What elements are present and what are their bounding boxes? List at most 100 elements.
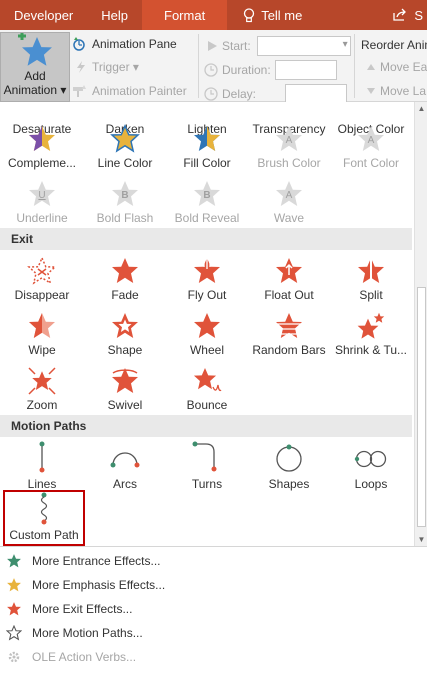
effect-shrink-and-turn[interactable]: Shrink & Tu... bbox=[330, 311, 412, 365]
tab-format-label: Format bbox=[164, 7, 206, 23]
scroll-up-icon[interactable]: ▲ bbox=[415, 102, 427, 115]
motion-paths-section-header: Motion Paths bbox=[0, 415, 412, 437]
svg-text:U: U bbox=[38, 190, 45, 201]
svg-text:A: A bbox=[368, 135, 375, 146]
arcs-path-icon bbox=[110, 452, 140, 468]
move-later-label: Move La bbox=[380, 84, 427, 98]
move-later-button[interactable]: Move La bbox=[366, 84, 426, 98]
motion-path-loops[interactable]: Loops bbox=[330, 441, 412, 495]
tell-me-search[interactable]: Tell me bbox=[227, 0, 316, 30]
start-label: Start: bbox=[222, 39, 251, 53]
menu-item-label: More Exit Effects... bbox=[32, 602, 133, 616]
effect-wave[interactable]: A Wave bbox=[248, 179, 330, 233]
wave-star-icon: A bbox=[276, 181, 302, 206]
effect-split[interactable]: Split bbox=[330, 256, 412, 310]
svg-text:B: B bbox=[203, 190, 210, 201]
tell-me-label: Tell me bbox=[261, 7, 303, 23]
emphasis-star-icon bbox=[7, 578, 21, 592]
effect-float-out[interactable]: Float Out bbox=[248, 256, 330, 310]
scroll-down-icon[interactable]: ▼ bbox=[415, 533, 427, 546]
wheel-star-icon bbox=[194, 313, 220, 338]
start-dropdown[interactable] bbox=[256, 36, 351, 56]
effect-random-bars[interactable]: Random Bars bbox=[248, 311, 330, 365]
lines-path-icon bbox=[39, 441, 45, 473]
more-entrance-effects[interactable]: More Entrance Effects... bbox=[0, 549, 427, 573]
effect-brush-color[interactable]: A Brush Color bbox=[248, 124, 330, 178]
animation-pane-label: Animation Pane bbox=[92, 37, 177, 51]
motion-path-turns[interactable]: Turns bbox=[166, 441, 248, 495]
gear-icon bbox=[8, 651, 20, 663]
move-earlier-button[interactable]: Move Ea bbox=[366, 60, 427, 74]
tab-format[interactable]: Format bbox=[142, 0, 228, 30]
effect-bold-flash[interactable]: B Bold Flash bbox=[84, 179, 166, 233]
effect-label: Shapes bbox=[268, 477, 310, 491]
effect-label: Brush Color bbox=[257, 156, 321, 170]
effect-label: Line Color bbox=[97, 156, 153, 170]
duration-control: Duration: bbox=[204, 60, 337, 80]
effect-font-color[interactable]: A Font Color bbox=[330, 124, 412, 178]
exit-section-label: Exit bbox=[11, 232, 34, 246]
effect-wheel[interactable]: Wheel bbox=[166, 311, 248, 365]
custom-path-icon bbox=[40, 492, 48, 525]
more-emphasis-effects[interactable]: More Emphasis Effects... bbox=[0, 573, 427, 597]
reorder-label: Reorder Anim bbox=[361, 38, 427, 52]
entrance-star-icon bbox=[7, 554, 21, 568]
motion-path-lines[interactable]: Lines bbox=[1, 441, 83, 495]
fade-star-icon bbox=[112, 258, 138, 283]
effect-complementary-color[interactable]: Compleme... bbox=[1, 124, 83, 178]
animation-painter-button[interactable]: Animation Painter bbox=[72, 84, 187, 98]
motion-path-shapes[interactable]: Shapes bbox=[248, 441, 330, 495]
exit-section-header: Exit bbox=[0, 228, 412, 250]
turns-path-icon bbox=[192, 441, 217, 472]
effect-swivel[interactable]: Swivel bbox=[84, 366, 166, 420]
tab-help[interactable]: Help bbox=[87, 0, 142, 30]
effect-bold-reveal[interactable]: B Bold Reveal bbox=[166, 179, 248, 233]
effect-label: Compleme... bbox=[7, 156, 77, 170]
exit-star-icon bbox=[7, 602, 21, 616]
effect-fill-color[interactable]: Fill Color bbox=[166, 124, 248, 178]
effect-label: Bold Flash bbox=[96, 211, 154, 225]
effect-fly-out[interactable]: Fly Out bbox=[166, 256, 248, 310]
effect-label: Bounce bbox=[186, 398, 228, 412]
effect-disappear[interactable]: Disappear bbox=[1, 256, 83, 310]
reorder-animation-group: Reorder Anim bbox=[361, 38, 427, 52]
menu-item-label: More Motion Paths... bbox=[32, 626, 143, 640]
lightbulb-icon bbox=[244, 7, 255, 22]
ole-action-verbs[interactable]: OLE Action Verbs... bbox=[0, 645, 427, 669]
more-exit-effects[interactable]: More Exit Effects... bbox=[0, 597, 427, 621]
add-animation-button[interactable]: Add Animation ▾ bbox=[0, 32, 70, 102]
animation-painter-label: Animation Painter bbox=[92, 84, 187, 98]
trigger-button[interactable]: Trigger ▾ bbox=[74, 60, 139, 74]
share-button[interactable]: S bbox=[378, 0, 427, 30]
effect-label: Underline bbox=[16, 211, 68, 225]
wipe-star-icon bbox=[29, 313, 55, 338]
float-out-star-icon bbox=[276, 258, 302, 283]
motion-path-custom-path[interactable]: Custom Path bbox=[3, 490, 85, 546]
effect-label: Swivel bbox=[107, 398, 143, 412]
effect-label: Disappear bbox=[14, 288, 70, 302]
more-motion-paths[interactable]: More Motion Paths... bbox=[0, 621, 427, 645]
effect-fade[interactable]: Fade bbox=[84, 256, 166, 310]
effect-wipe[interactable]: Wipe bbox=[1, 311, 83, 365]
scrollbar-thumb[interactable] bbox=[417, 287, 426, 527]
effect-underline[interactable]: U Underline bbox=[1, 179, 83, 233]
effect-bounce[interactable]: Bounce bbox=[166, 366, 248, 420]
duration-input[interactable] bbox=[274, 60, 337, 80]
effect-zoom[interactable]: Zoom bbox=[1, 366, 83, 420]
motion-path-star-outline-icon bbox=[6, 625, 22, 640]
animation-pane-button[interactable]: Animation Pane bbox=[72, 36, 177, 52]
menu-item-label: OLE Action Verbs... bbox=[32, 650, 137, 664]
effect-label: Fade bbox=[111, 288, 139, 302]
effect-label: Custom Path bbox=[9, 528, 79, 542]
loops-path-icon bbox=[354, 450, 387, 468]
motion-paths-section-label: Motion Paths bbox=[11, 419, 87, 433]
effect-line-color[interactable]: Line Color bbox=[84, 124, 166, 178]
menu-item-label: More Entrance Effects... bbox=[32, 554, 161, 568]
effect-shape[interactable]: Shape bbox=[84, 311, 166, 365]
svg-text:A: A bbox=[286, 135, 293, 146]
tab-developer[interactable]: Developer bbox=[0, 0, 87, 30]
effect-label: Arcs bbox=[113, 477, 137, 491]
motion-path-arcs[interactable]: Arcs bbox=[84, 441, 166, 495]
delay-input[interactable] bbox=[285, 84, 348, 104]
gallery-scrollbar[interactable]: ▲ ▼ bbox=[414, 102, 427, 546]
